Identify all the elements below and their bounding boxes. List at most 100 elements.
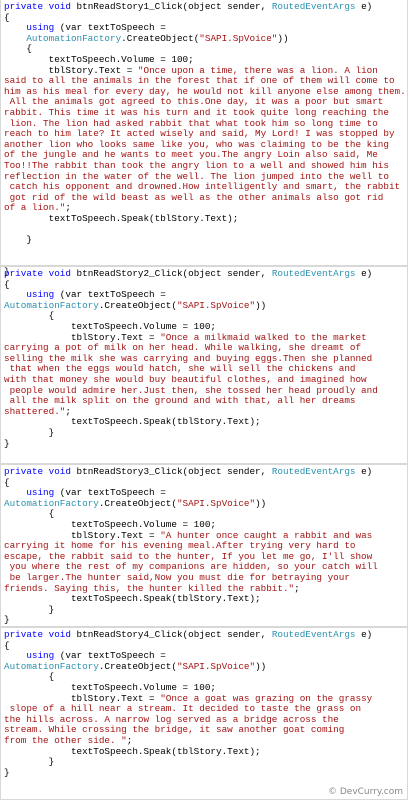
- code-token: btnReadStory3_Click(object sender,: [76, 466, 272, 477]
- code-token: using: [4, 487, 60, 499]
- code-token: tblStory.Text =: [4, 64, 138, 76]
- code-token: AutomationFactory: [4, 660, 99, 672]
- code-line: escape, the rabbit said to the hunter, I…: [4, 551, 372, 562]
- code-token: .CreateObject(: [121, 32, 200, 44]
- code-line: people would admire her.Just then, she t…: [4, 385, 378, 396]
- code-line: }: [4, 426, 55, 438]
- code-line: {: [4, 477, 10, 488]
- code-token: with that money she would buy beautiful …: [4, 373, 367, 385]
- code-line: textToSpeech.Speak(tblStory.Text);: [4, 593, 261, 604]
- code-token: textToSpeech.Speak(tblStory.Text);: [4, 416, 261, 428]
- code-token: {: [4, 508, 55, 520]
- code-token: ;: [294, 582, 300, 594]
- code-token: }: [4, 234, 32, 246]
- code-token: {: [4, 43, 32, 55]
- code-token: from the other side. ": [4, 734, 127, 746]
- code-line: {: [4, 671, 55, 683]
- code-token: you where the rest of my companions are …: [4, 561, 378, 573]
- code-line: {: [4, 43, 32, 55]
- code-token: RoutedEventArgs: [271, 466, 356, 477]
- code-token: "SAPI.SpVoice": [176, 299, 256, 311]
- code-line: }: [4, 614, 10, 626]
- code-token: another lion who looks same like you, wh…: [4, 138, 389, 150]
- code-token: }: [4, 614, 10, 626]
- code-token: AutomationFactory: [4, 497, 99, 509]
- code-token: )): [255, 660, 267, 672]
- code-line: private void btnReadStory3_Click(object …: [4, 466, 372, 477]
- code-line: the hills across. A narrow log served as…: [4, 714, 339, 725]
- code-token: selling the milk she was carrying and bu…: [4, 352, 373, 364]
- code-token: carrying it home for his evening meal.Af…: [4, 540, 356, 552]
- code-line: All the animals got agreed to this.One d…: [4, 96, 384, 108]
- code-token: of the jungle and he wants to meet you.T…: [4, 149, 378, 161]
- code-line: {: [4, 508, 55, 520]
- code-line: }: [4, 756, 55, 768]
- code-line: private void btnReadStory2_Click(object …: [4, 268, 372, 279]
- code-line: rabbit. This time it was his turn and it…: [4, 107, 389, 118]
- code-token: using: [4, 289, 60, 301]
- code-token: )): [255, 299, 267, 311]
- code-line: Too!!The rabbit than took the angry lion…: [4, 160, 389, 171]
- code-token: (var textToSpeech =: [59, 650, 166, 662]
- code-token: tblStory.Text =: [4, 692, 161, 704]
- code-line: carrying a pot of milk on her head. Whil…: [4, 342, 361, 353]
- code-token: RoutedEventArgs: [271, 1, 356, 12]
- code-line: AutomationFactory.CreateObject("SAPI.SpV…: [4, 661, 266, 672]
- code-line: that when the eggs would hatch, she will…: [4, 363, 356, 375]
- code-token: tblStory.Text =: [4, 331, 161, 343]
- code-token: AutomationFactory: [4, 299, 99, 311]
- code-line: of a lion.";: [4, 202, 71, 213]
- code-line: him as his meal for every day, he would …: [4, 86, 406, 97]
- code-line: AutomationFactory.CreateObject("SAPI.SpV…: [4, 300, 266, 311]
- code-token: e): [355, 466, 373, 477]
- code-line: textToSpeech.Volume = 100;: [4, 519, 216, 530]
- code-line: said to all the animals in the forest th…: [4, 75, 395, 86]
- code-line: reach to him late? It acted wisely and s…: [4, 128, 395, 139]
- code-line: tblStory.Text = "Once upon a time, there…: [4, 65, 378, 76]
- code-line: using (var textToSpeech =: [4, 289, 166, 300]
- code-token: textToSpeech.Volume = 100;: [4, 320, 217, 332]
- code-line: textToSpeech.Volume = 100;: [4, 54, 194, 65]
- code-line: {: [4, 12, 10, 23]
- code-line: using (var textToSpeech =: [4, 487, 166, 498]
- code-token: private void: [4, 268, 77, 279]
- code-token: e): [355, 1, 373, 12]
- code-line: stream. While crossing the bridge, it sa…: [4, 724, 344, 736]
- code-line: slope of a hill near a stream. It decide…: [4, 703, 361, 714]
- code-token: of a lion.": [4, 202, 66, 214]
- code-line: tblStory.Text = "Once a milkmaid walked …: [4, 332, 367, 343]
- code-token: textToSpeech.Speak(tblStory.Text);: [4, 745, 261, 757]
- code-token: btnReadStory2_Click(object sender,: [76, 268, 272, 279]
- code-listing: private void btnReadStory2_Click(object …: [1, 267, 407, 449]
- code-token: }: [4, 756, 55, 768]
- code-line: private void btnReadStory4_Click(object …: [4, 629, 372, 640]
- code-line: be larger.The hunter said,Now you must d…: [4, 572, 350, 583]
- code-token: friends. Saying this, the hunter killed …: [4, 582, 295, 594]
- code-token: AutomationFactory: [4, 32, 122, 44]
- code-token: ;: [126, 734, 133, 746]
- code-token: .CreateObject(: [98, 299, 177, 311]
- code-token: btnReadStory1_Click(object sender,: [76, 1, 272, 12]
- code-token: textToSpeech.Volume = 100;: [4, 681, 217, 693]
- code-line: lion. The lion had asked rabbit that wha…: [4, 118, 378, 129]
- code-token: private void: [4, 466, 77, 477]
- code-line: shattered.";: [4, 406, 71, 417]
- code-line: you where the rest of my companions are …: [4, 561, 378, 573]
- code-token: ;: [65, 202, 71, 214]
- code-token: that when the eggs would hatch, she will…: [4, 363, 356, 375]
- code-line: friends. Saying this, the hunter killed …: [4, 583, 300, 594]
- code-token: "SAPI.SpVoice": [176, 660, 256, 672]
- code-line: all the milk split on the ground and wit…: [4, 395, 356, 406]
- code-token: using: [4, 650, 60, 662]
- code-token: got rid of the wild beast as well as the…: [4, 191, 384, 203]
- code-token: catch his opponent and drowned.How intel…: [4, 181, 401, 193]
- code-token: Too!!The rabbit than took the angry lion…: [4, 159, 389, 171]
- code-token: textToSpeech.Speak(tblStory.Text);: [4, 593, 261, 605]
- code-token: "SAPI.SpVoice": [199, 32, 278, 44]
- code-token: }: [4, 426, 55, 438]
- watermark: © DevCurry.com: [327, 787, 403, 797]
- code-line: using (var textToSpeech =: [4, 650, 166, 661]
- code-token: }: [4, 603, 55, 615]
- code-line: with that money she would buy beautiful …: [4, 374, 367, 385]
- code-token: "A hunter once caught a rabbit and was: [160, 529, 373, 541]
